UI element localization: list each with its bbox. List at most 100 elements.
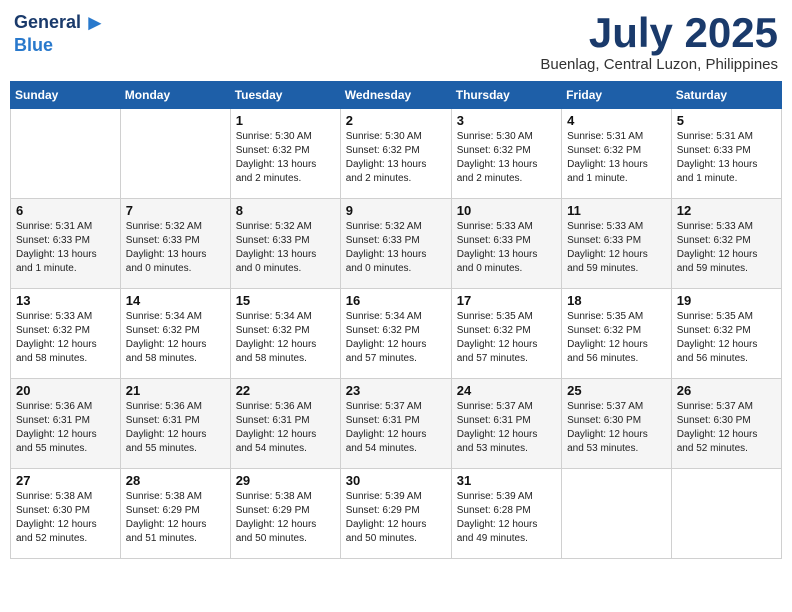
table-row: 18 Sunrise: 5:35 AM Sunset: 6:32 PM Dayli…: [562, 289, 672, 379]
day-content: Sunrise: 5:34 AM Sunset: 6:32 PM Dayligh…: [126, 310, 225, 366]
table-row: 23 Sunrise: 5:37 AM Sunset: 6:31 PM Dayli…: [340, 379, 451, 469]
table-row: 27 Sunrise: 5:38 AM Sunset: 6:30 PM Dayli…: [11, 469, 121, 559]
table-row: 3Sunrise: 5:30 AM Sunset: 6:32 PM Daylig…: [451, 109, 561, 199]
day-content: Sunrise: 5:37 AM Sunset: 6:30 PM Dayligh…: [567, 400, 666, 456]
table-row: 14 Sunrise: 5:34 AM Sunset: 6:32 PM Dayli…: [120, 289, 230, 379]
table-row: [562, 469, 672, 559]
day-number: 27: [16, 473, 115, 488]
day-content: Sunrise: 5:38 AM Sunset: 6:29 PM Dayligh…: [126, 490, 225, 546]
logo-text-blue: Blue: [14, 36, 53, 56]
day-content: Sunrise: 5:32 AM Sunset: 6:33 PM Dayligh…: [346, 220, 446, 276]
day-content: Sunrise: 5:34 AM Sunset: 6:32 PM Dayligh…: [346, 310, 446, 366]
table-row: 13 Sunrise: 5:33 AM Sunset: 6:32 PM Dayli…: [11, 289, 121, 379]
table-row: 1Sunrise: 5:30 AM Sunset: 6:32 PM Daylig…: [230, 109, 340, 199]
day-content: Sunrise: 5:37 AM Sunset: 6:31 PM Dayligh…: [346, 400, 446, 456]
table-row: 9 Sunrise: 5:32 AM Sunset: 6:33 PM Daylig…: [340, 199, 451, 289]
table-row: [11, 109, 121, 199]
table-row: 29 Sunrise: 5:38 AM Sunset: 6:29 PM Dayli…: [230, 469, 340, 559]
table-row: [120, 109, 230, 199]
day-number: 4: [567, 113, 666, 128]
day-number: 22: [236, 383, 335, 398]
table-row: 25 Sunrise: 5:37 AM Sunset: 6:30 PM Dayli…: [562, 379, 672, 469]
table-row: 21Sunrise: 5:36 AM Sunset: 6:31 PM Dayli…: [120, 379, 230, 469]
month-title: July 2025: [540, 10, 778, 56]
day-number: 9: [346, 203, 446, 218]
table-row: 8 Sunrise: 5:32 AM Sunset: 6:33 PM Daylig…: [230, 199, 340, 289]
table-row: 11 Sunrise: 5:33 AM Sunset: 6:33 PM Dayli…: [562, 199, 672, 289]
day-number: 23: [346, 383, 446, 398]
table-row: 7Sunrise: 5:32 AM Sunset: 6:33 PM Daylig…: [120, 199, 230, 289]
logo-arrow-icon: ►: [84, 10, 106, 36]
table-row: 24Sunrise: 5:37 AM Sunset: 6:31 PM Dayli…: [451, 379, 561, 469]
table-row: 17Sunrise: 5:35 AM Sunset: 6:32 PM Dayli…: [451, 289, 561, 379]
day-content: Sunrise: 5:33 AM Sunset: 6:33 PM Dayligh…: [457, 220, 556, 276]
calendar-week-row: 27 Sunrise: 5:38 AM Sunset: 6:30 PM Dayli…: [11, 469, 782, 559]
day-number: 26: [677, 383, 776, 398]
day-number: 29: [236, 473, 335, 488]
calendar-week-row: 6Sunrise: 5:31 AM Sunset: 6:33 PM Daylig…: [11, 199, 782, 289]
day-content: Sunrise: 5:34 AM Sunset: 6:32 PM Dayligh…: [236, 310, 335, 366]
col-friday: Friday: [562, 82, 672, 109]
day-number: 10: [457, 203, 556, 218]
day-content: Sunrise: 5:39 AM Sunset: 6:28 PM Dayligh…: [457, 490, 556, 546]
col-thursday: Thursday: [451, 82, 561, 109]
table-row: 26 Sunrise: 5:37 AM Sunset: 6:30 PM Dayli…: [671, 379, 781, 469]
day-content: Sunrise: 5:35 AM Sunset: 6:32 PM Dayligh…: [677, 310, 776, 366]
calendar-table: Sunday Monday Tuesday Wednesday Thursday…: [10, 81, 782, 559]
day-content: Sunrise: 5:36 AM Sunset: 6:31 PM Dayligh…: [236, 400, 335, 456]
day-content: Sunrise: 5:30 AM Sunset: 6:32 PM Dayligh…: [236, 130, 335, 186]
day-content: Sunrise: 5:37 AM Sunset: 6:31 PM Dayligh…: [457, 400, 556, 456]
table-row: 4 Sunrise: 5:31 AM Sunset: 6:32 PM Daylig…: [562, 109, 672, 199]
day-number: 25: [567, 383, 666, 398]
day-number: 15: [236, 293, 335, 308]
day-number: 12: [677, 203, 776, 218]
day-number: 30: [346, 473, 446, 488]
day-content: Sunrise: 5:35 AM Sunset: 6:32 PM Dayligh…: [567, 310, 666, 366]
day-content: Sunrise: 5:32 AM Sunset: 6:33 PM Dayligh…: [236, 220, 335, 276]
day-content: Sunrise: 5:39 AM Sunset: 6:29 PM Dayligh…: [346, 490, 446, 546]
table-row: 5Sunrise: 5:31 AM Sunset: 6:33 PM Daylig…: [671, 109, 781, 199]
table-row: 16 Sunrise: 5:34 AM Sunset: 6:32 PM Dayli…: [340, 289, 451, 379]
day-content: Sunrise: 5:31 AM Sunset: 6:33 PM Dayligh…: [677, 130, 776, 186]
day-content: Sunrise: 5:37 AM Sunset: 6:30 PM Dayligh…: [677, 400, 776, 456]
calendar-week-row: 1Sunrise: 5:30 AM Sunset: 6:32 PM Daylig…: [11, 109, 782, 199]
col-saturday: Saturday: [671, 82, 781, 109]
logo-text-general: General: [14, 13, 81, 33]
day-content: Sunrise: 5:31 AM Sunset: 6:32 PM Dayligh…: [567, 130, 666, 186]
col-tuesday: Tuesday: [230, 82, 340, 109]
calendar-header-row: Sunday Monday Tuesday Wednesday Thursday…: [11, 82, 782, 109]
day-number: 17: [457, 293, 556, 308]
day-number: 2: [346, 113, 446, 128]
day-content: Sunrise: 5:33 AM Sunset: 6:32 PM Dayligh…: [677, 220, 776, 276]
day-number: 8: [236, 203, 335, 218]
location-subtitle: Buenlag, Central Luzon, Philippines: [540, 56, 778, 73]
table-row: 6Sunrise: 5:31 AM Sunset: 6:33 PM Daylig…: [11, 199, 121, 289]
day-content: Sunrise: 5:38 AM Sunset: 6:30 PM Dayligh…: [16, 490, 115, 546]
col-monday: Monday: [120, 82, 230, 109]
day-number: 16: [346, 293, 446, 308]
day-content: Sunrise: 5:31 AM Sunset: 6:33 PM Dayligh…: [16, 220, 115, 276]
day-content: Sunrise: 5:38 AM Sunset: 6:29 PM Dayligh…: [236, 490, 335, 546]
title-block: July 2025 Buenlag, Central Luzon, Philip…: [540, 10, 778, 73]
day-number: 18: [567, 293, 666, 308]
day-number: 14: [126, 293, 225, 308]
day-content: Sunrise: 5:33 AM Sunset: 6:32 PM Dayligh…: [16, 310, 115, 366]
day-number: 20: [16, 383, 115, 398]
table-row: 30 Sunrise: 5:39 AM Sunset: 6:29 PM Dayli…: [340, 469, 451, 559]
table-row: 22 Sunrise: 5:36 AM Sunset: 6:31 PM Dayli…: [230, 379, 340, 469]
day-content: Sunrise: 5:33 AM Sunset: 6:33 PM Dayligh…: [567, 220, 666, 276]
day-content: Sunrise: 5:36 AM Sunset: 6:31 PM Dayligh…: [16, 400, 115, 456]
day-number: 31: [457, 473, 556, 488]
calendar-week-row: 20 Sunrise: 5:36 AM Sunset: 6:31 PM Dayli…: [11, 379, 782, 469]
table-row: 31 Sunrise: 5:39 AM Sunset: 6:28 PM Dayli…: [451, 469, 561, 559]
day-number: 13: [16, 293, 115, 308]
day-number: 11: [567, 203, 666, 218]
table-row: 12 Sunrise: 5:33 AM Sunset: 6:32 PM Dayli…: [671, 199, 781, 289]
table-row: 15 Sunrise: 5:34 AM Sunset: 6:32 PM Dayli…: [230, 289, 340, 379]
table-row: 2Sunrise: 5:30 AM Sunset: 6:32 PM Daylig…: [340, 109, 451, 199]
table-row: [671, 469, 781, 559]
table-row: 10 Sunrise: 5:33 AM Sunset: 6:33 PM Dayli…: [451, 199, 561, 289]
table-row: 20 Sunrise: 5:36 AM Sunset: 6:31 PM Dayli…: [11, 379, 121, 469]
day-content: Sunrise: 5:30 AM Sunset: 6:32 PM Dayligh…: [457, 130, 556, 186]
day-number: 19: [677, 293, 776, 308]
